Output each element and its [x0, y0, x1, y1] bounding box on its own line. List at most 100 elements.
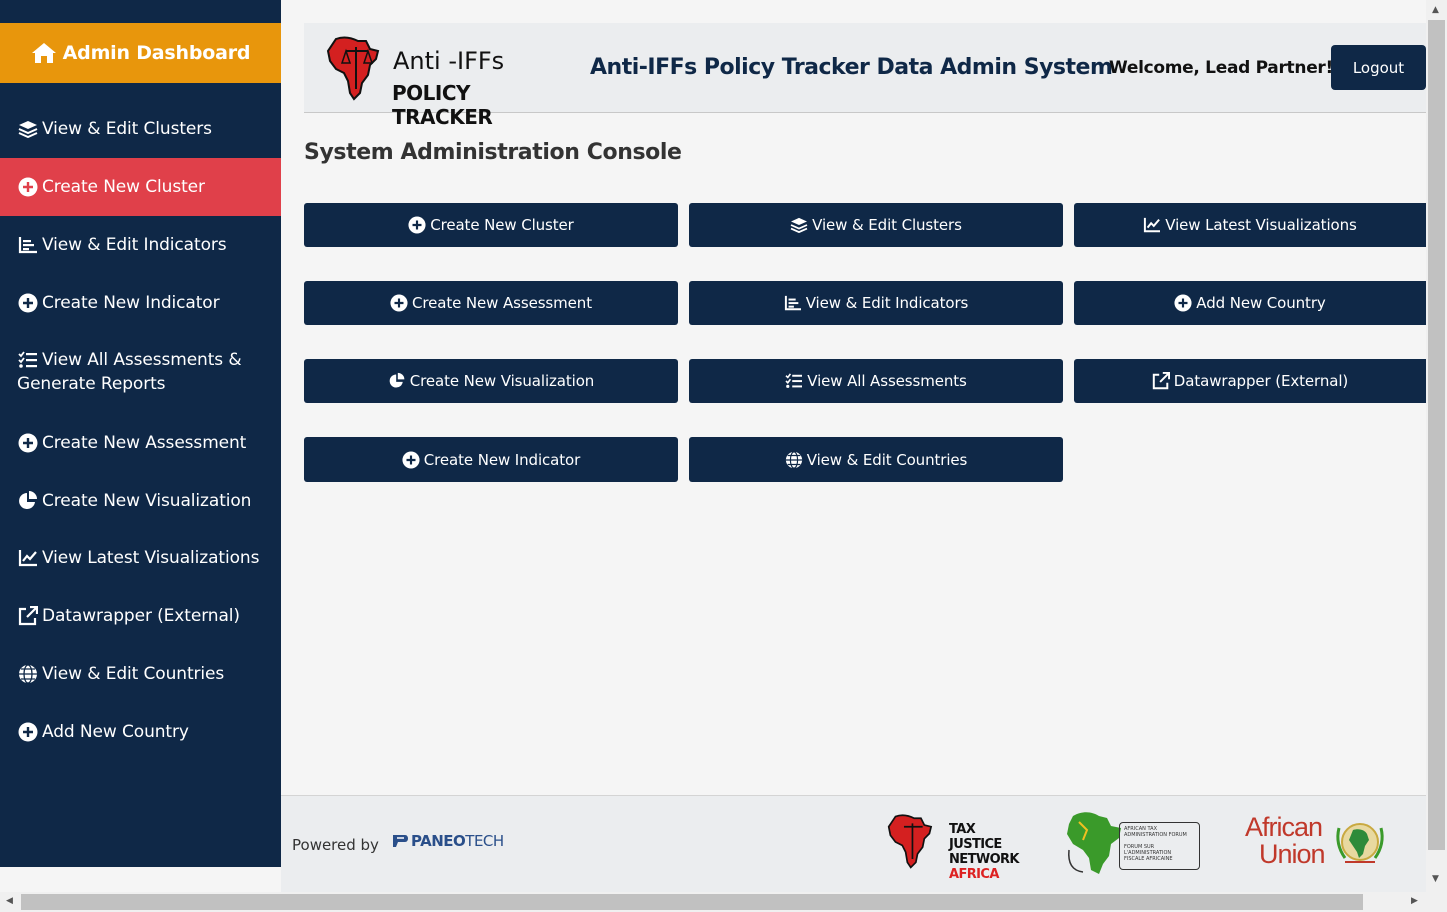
page-title: Anti-IFFs Policy Tracker Data Admin Syst…	[590, 55, 1113, 80]
sidebar-item-create-new-cluster[interactable]: Create New Cluster	[0, 158, 281, 216]
plus-circle-icon	[1174, 294, 1192, 312]
sidebar-item-label: View & Edit Indicators	[42, 235, 227, 255]
tile-label: Create New Indicator	[423, 450, 581, 469]
tile-label: Create New Cluster	[430, 216, 574, 234]
scroll-right-arrow-icon[interactable]: ▶	[1411, 896, 1418, 906]
paneo-text: PANEO	[411, 832, 466, 850]
sidebar-item-view-all-assessments[interactable]: View All Assessments & Generate Reports	[0, 348, 281, 410]
plus-circle-icon	[17, 432, 39, 454]
layers-icon	[790, 216, 808, 234]
tile-datawrapper[interactable]: Datawrapper (External)	[1074, 359, 1426, 403]
tile-label: View & Edit Countries	[806, 450, 968, 469]
scroll-left-arrow-icon[interactable]: ◀	[6, 896, 13, 906]
plus-circle-icon	[402, 450, 420, 469]
home-icon	[31, 43, 56, 63]
sidebar-bottom-gap	[0, 867, 281, 892]
sidebar-item-view-edit-indicators[interactable]: View & Edit Indicators	[0, 217, 281, 273]
africa-green-icon	[1067, 812, 1121, 874]
au-emblem-icon	[1336, 823, 1384, 863]
tile-create-new-assessment[interactable]: Create New Assessment	[304, 281, 678, 325]
scroll-up-arrow-icon[interactable]: ▲	[1432, 5, 1439, 15]
tech-text: TECH	[465, 832, 504, 850]
sidebar-item-label: Create New Visualization	[42, 490, 252, 511]
tile-view-edit-indicators[interactable]: View & Edit Indicators	[689, 281, 1063, 325]
sidebar-item-label: Create New Cluster	[42, 177, 205, 197]
checklist-icon	[785, 372, 803, 390]
admin-dashboard-label: Admin Dashboard	[62, 42, 251, 64]
ataf-line: FISCALE AFRICAINE	[1124, 856, 1173, 862]
list-chart-icon	[784, 294, 802, 312]
plus-circle-icon	[17, 176, 39, 198]
africa-scale-icon	[887, 814, 933, 869]
tile-view-all-assessments[interactable]: View All Assessments	[689, 359, 1063, 403]
au-line: African	[1245, 812, 1323, 842]
logout-button[interactable]: Logout	[1331, 45, 1426, 90]
tile-view-latest-visualizations[interactable]: View Latest Visualizations	[1074, 203, 1426, 247]
sidebar-item-view-latest-visualizations[interactable]: View Latest Visualizations	[0, 529, 281, 586]
scrollbar-corner	[1426, 892, 1447, 912]
horizontal-scrollbar[interactable]: ◀ ▶	[0, 892, 1426, 912]
logo-anti-iffs-text: Anti -IFFs	[393, 47, 505, 75]
sidebar-item-view-edit-countries[interactable]: View & Edit Countries	[0, 645, 281, 702]
ataf-text-box: AFRICAN TAX ADMINISTRATION FORUM FORUM S…	[1119, 822, 1200, 870]
logo-policy-tracker-text: POLICY TRACKER	[392, 81, 493, 129]
tjn-line: TAX JUSTICE	[949, 822, 1002, 852]
vertical-scroll-thumb[interactable]	[1428, 20, 1445, 850]
vertical-scrollbar[interactable]: ▲ ▼	[1426, 0, 1447, 892]
tile-label: Add New Country	[1196, 294, 1326, 312]
tile-label: View Latest Visualizations	[1165, 216, 1357, 234]
sidebar-item-create-new-visualization[interactable]: Create New Visualization	[0, 472, 281, 529]
ataf-logo: AFRICAN TAX ADMINISTRATION FORUM FORUM S…	[1065, 810, 1200, 876]
sidebar-item-label: Datawrapper (External)	[42, 605, 240, 626]
sidebar: Admin Dashboard View & Edit Clusters Cre…	[0, 0, 281, 867]
admin-dashboard-link[interactable]: Admin Dashboard	[0, 23, 281, 83]
external-link-icon	[17, 605, 39, 627]
footer: Powered by PANEO TECH TAX JUSTICE NETWORK…	[281, 795, 1426, 892]
sidebar-item-create-new-assessment[interactable]: Create New Assessment	[0, 414, 281, 471]
anti-iffs-logo: Anti -IFFs POLICY TRACKER	[326, 35, 571, 129]
tile-label: Create New Visualization	[409, 372, 595, 390]
african-union-logo: African Union	[1245, 812, 1395, 874]
tile-label: View All Assessments	[807, 372, 967, 390]
tile-create-new-indicator[interactable]: Create New Indicator	[304, 437, 678, 482]
paneo-mark-icon	[393, 835, 408, 847]
sidebar-item-view-edit-clusters[interactable]: View & Edit Clusters	[0, 101, 281, 157]
tile-view-edit-countries[interactable]: View & Edit Countries	[689, 437, 1063, 482]
plus-circle-icon	[17, 721, 39, 743]
sidebar-item-label: View Latest Visualizations	[42, 547, 260, 568]
tjn-text: TAX JUSTICE NETWORK AFRICA	[949, 822, 1022, 882]
sidebar-item-add-new-country[interactable]: Add New Country	[0, 703, 281, 760]
line-chart-icon	[1143, 216, 1161, 234]
line-chart-icon	[17, 547, 39, 569]
tjn-line: AFRICA	[949, 867, 999, 882]
scroll-down-arrow-icon[interactable]: ▼	[1432, 874, 1439, 884]
tile-view-edit-clusters[interactable]: View & Edit Clusters	[689, 203, 1063, 247]
label-line-1: View All Assessments &	[42, 350, 242, 370]
paneotech-logo[interactable]: PANEO TECH	[391, 832, 504, 850]
tile-create-new-visualization[interactable]: Create New Visualization	[304, 359, 678, 403]
plus-circle-icon	[408, 216, 426, 234]
sidebar-item-create-new-indicator[interactable]: Create New Indicator	[0, 274, 281, 331]
checklist-icon	[17, 349, 39, 371]
tile-create-new-cluster[interactable]: Create New Cluster	[304, 203, 678, 247]
console-title: System Administration Console	[304, 140, 682, 165]
tjn-line: NETWORK	[949, 852, 1020, 867]
welcome-message: Welcome, Lead Partner!	[1109, 58, 1333, 78]
sidebar-item-datawrapper[interactable]: Datawrapper (External)	[0, 587, 281, 644]
sidebar-item-label: View All Assessments & Generate Reports	[17, 348, 242, 396]
layers-icon	[17, 118, 39, 140]
ataf-line: ADMINISTRATION FORUM	[1124, 832, 1187, 838]
sidebar-item-label: View & Edit Countries	[42, 663, 225, 684]
tile-add-new-country[interactable]: Add New Country	[1074, 281, 1426, 325]
sidebar-item-label: Create New Indicator	[42, 292, 220, 313]
plus-circle-icon	[390, 294, 408, 312]
tile-label: View & Edit Clusters	[812, 216, 962, 234]
pie-chart-icon	[388, 372, 406, 390]
globe-icon	[17, 663, 39, 685]
top-header: Anti -IFFs POLICY TRACKER Anti-IFFs Poli…	[304, 23, 1426, 129]
external-link-icon	[1152, 372, 1170, 390]
pie-chart-icon	[17, 490, 39, 512]
horizontal-scroll-thumb[interactable]	[21, 894, 1363, 910]
africa-scale-icon	[326, 36, 380, 101]
list-chart-icon	[17, 234, 39, 256]
